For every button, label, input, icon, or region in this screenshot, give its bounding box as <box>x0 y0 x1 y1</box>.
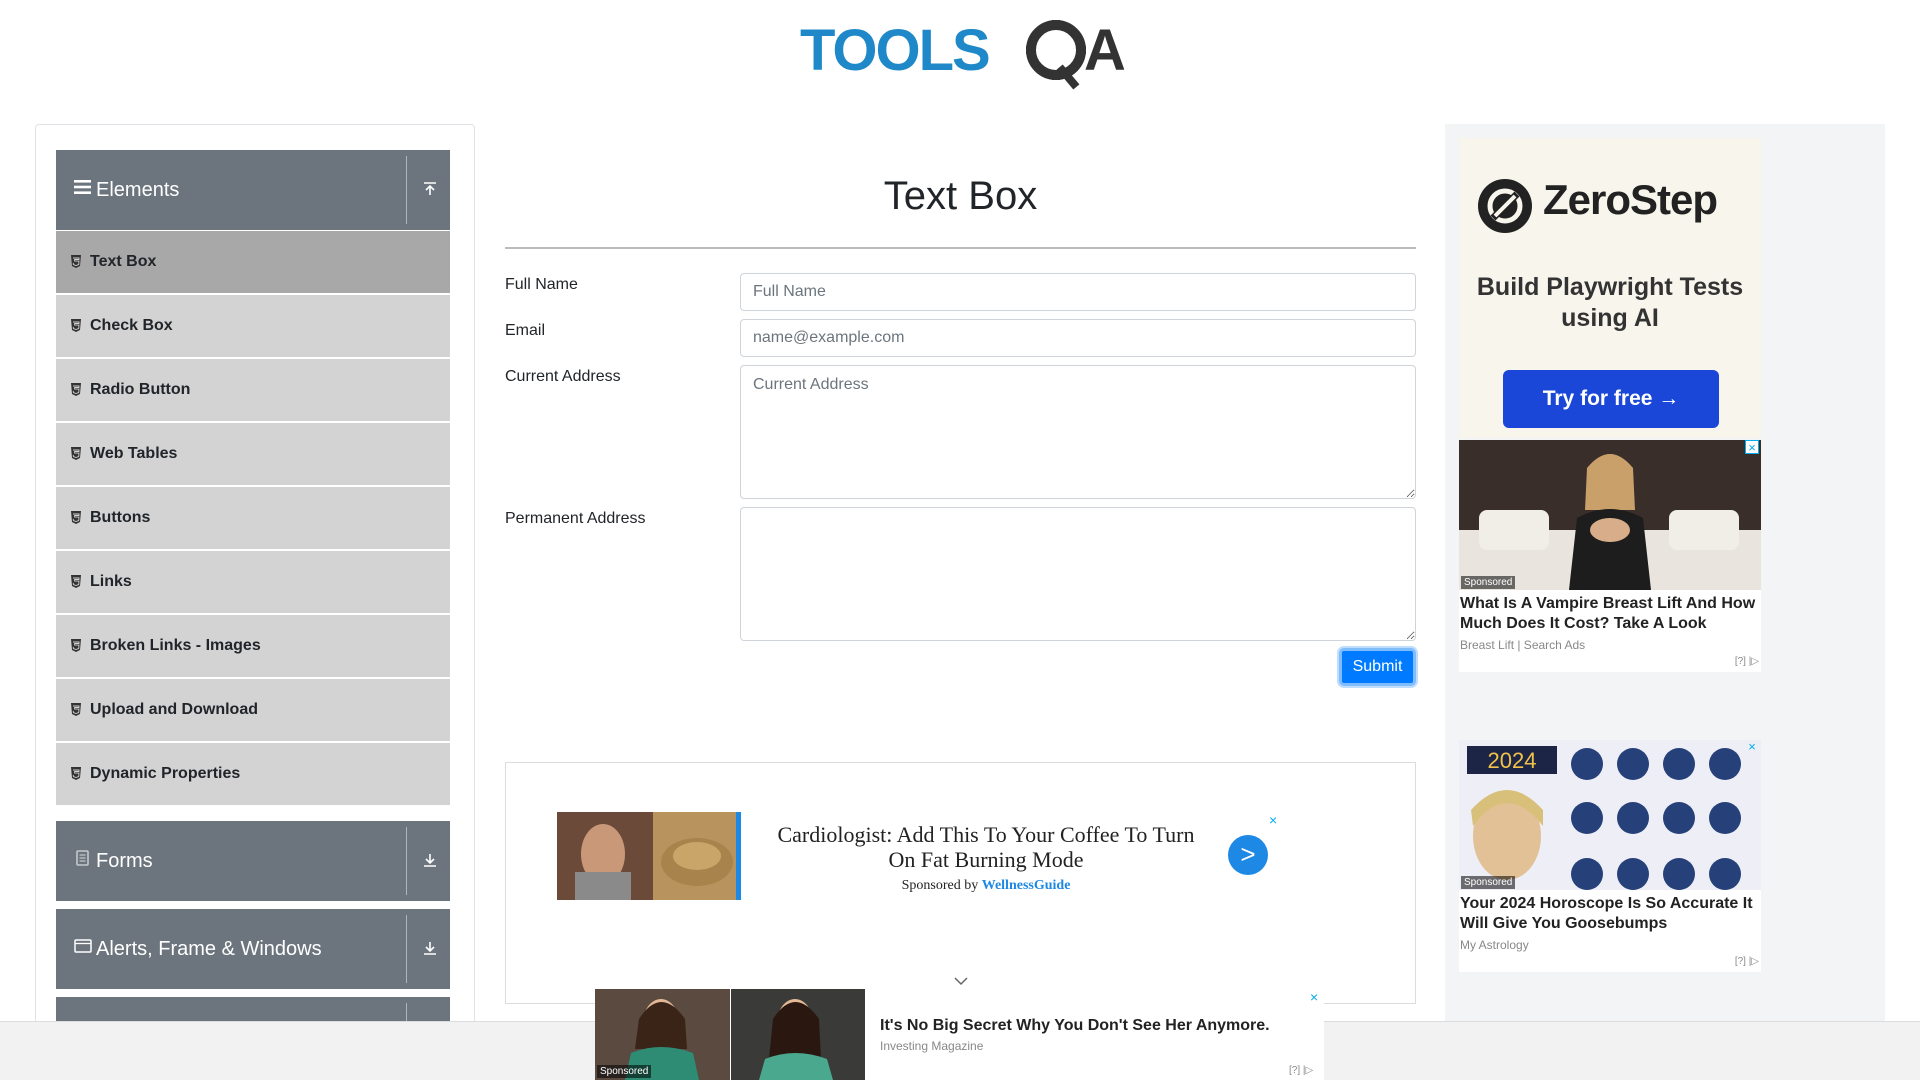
sidebar-item-label: Upload and Download <box>90 701 258 718</box>
html5-icon <box>71 383 81 396</box>
current-address-textarea[interactable] <box>740 365 1416 499</box>
close-icon[interactable]: × <box>1745 740 1759 754</box>
close-icon[interactable]: × <box>1745 440 1759 455</box>
ad-photo[interactable]: Sponsored <box>595 989 865 1080</box>
zerostep-tagline: Build Playwright Tests using AI <box>1476 273 1744 332</box>
svg-text:TOOLS: TOOLS <box>800 18 989 83</box>
ad-headline[interactable]: It's No Big Secret Why You Don't See Her… <box>880 1017 1270 1035</box>
elements-group-header[interactable]: Elements <box>56 150 450 230</box>
sidebar-item-check-box[interactable]: Check Box <box>56 295 450 357</box>
right-ad-column: ZeroStep Build Playwright Tests using AI… <box>1445 124 1885 1080</box>
ad-source: Investing Magazine <box>880 1039 984 1053</box>
ad-year-text: 2024 <box>1488 748 1537 773</box>
title-divider <box>505 247 1416 249</box>
ad-source: My Astrology <box>1460 938 1529 952</box>
sidebar-item-label: Links <box>90 573 132 590</box>
adchoices-icon[interactable]: [?] |▷ <box>1735 656 1759 667</box>
ad-sponsor-name[interactable]: WellnessGuide <box>982 878 1071 893</box>
ad-headline[interactable]: What Is A Vampire Breast Lift And How Mu… <box>1460 594 1760 634</box>
content-ad[interactable]: Cardiologist: Add This To Your Coffee To… <box>505 762 1416 1004</box>
site-header: TOOLS A <box>0 0 1920 110</box>
toolsqa-logo[interactable]: TOOLS A <box>800 14 1126 92</box>
permanent-address-label: Permanent Address <box>505 510 646 527</box>
ad-headline[interactable]: Cardiologist: Add This To Your Coffee To… <box>766 822 1206 872</box>
sidebar-item-label: Dynamic Properties <box>90 765 241 782</box>
zerostep-ad[interactable]: ZeroStep Build Playwright Tests using AI… <box>1459 138 1761 438</box>
html5-icon <box>71 255 81 268</box>
sponsored-badge: Sponsored <box>1461 576 1516 589</box>
html5-icon <box>71 511 81 524</box>
adchoices-icon[interactable]: [?] |▷ <box>1735 956 1759 967</box>
full-name-input[interactable] <box>740 273 1416 311</box>
sidebar-item-radio-button[interactable]: Radio Button <box>56 359 450 421</box>
html5-icon <box>71 575 81 588</box>
html5-icon <box>71 447 81 460</box>
bottom-sticky-ad[interactable]: Sponsored It's No Big Secret Why You Don… <box>595 989 1324 1080</box>
close-icon[interactable]: × <box>1269 812 1277 828</box>
sidebar-item-web-tables[interactable]: Web Tables <box>56 423 450 485</box>
group-divider <box>406 827 407 895</box>
expand-down-icon[interactable] <box>415 933 445 963</box>
forms-group-header[interactable]: Forms <box>56 821 450 901</box>
sidebar-item-links[interactable]: Links <box>56 551 450 613</box>
group-divider <box>406 915 407 983</box>
permanent-address-textarea[interactable] <box>740 507 1416 641</box>
hamburger-icon <box>74 149 92 229</box>
ad-photo[interactable] <box>1459 440 1761 590</box>
full-name-label: Full Name <box>505 276 578 293</box>
html5-icon <box>71 639 81 652</box>
ad-next-button[interactable]: > <box>1228 835 1268 875</box>
svg-text:A: A <box>1084 18 1124 83</box>
zerostep-name: ZeroStep <box>1543 176 1718 223</box>
ad-sponsor-line: Sponsored by WellnessGuide <box>766 878 1206 894</box>
sidebar-item-label: Check Box <box>90 317 173 334</box>
current-address-label: Current Address <box>505 368 621 385</box>
left-sidebar: Elements Text Box Check Box Radio Button… <box>35 124 475 1080</box>
expand-down-icon[interactable] <box>415 845 445 875</box>
alerts-group-header[interactable]: Alerts, Frame & Windows <box>56 909 450 989</box>
close-icon[interactable]: × <box>1310 989 1318 1005</box>
ad-photo[interactable]: 2024 <box>1459 740 1761 890</box>
sidebar-item-label: Broken Links - Images <box>90 637 261 654</box>
zerostep-logo-icon <box>1478 179 1532 233</box>
window-icon <box>74 908 92 988</box>
sidebar-item-label: Radio Button <box>90 381 191 398</box>
ad-source: Breast Lift | Search Ads <box>1460 638 1586 652</box>
sidebar-item-broken-links[interactable]: Broken Links - Images <box>56 615 450 677</box>
sponsored-by-text: Sponsored by <box>901 878 979 893</box>
forms-group-title: Forms <box>96 850 153 872</box>
form-icon <box>74 820 92 900</box>
sidebar-item-upload-download[interactable]: Upload and Download <box>56 679 450 741</box>
alerts-group-title: Alerts, Frame & Windows <box>96 938 322 960</box>
email-input[interactable] <box>740 319 1416 357</box>
sponsored-card-1[interactable]: Sponsored × What Is A Vampire Breast Lif… <box>1459 440 1761 672</box>
html5-icon <box>71 703 81 716</box>
sidebar-item-label: Text Box <box>90 253 157 270</box>
sidebar-item-label: Web Tables <box>90 445 178 462</box>
sidebar-item-dynamic-properties[interactable]: Dynamic Properties <box>56 743 450 805</box>
page-title: Text Box <box>883 174 1038 218</box>
ad-image[interactable] <box>557 812 741 900</box>
email-label: Email <box>505 322 546 339</box>
sidebar-item-label: Buttons <box>90 509 151 526</box>
sponsored-badge: Sponsored <box>597 1065 652 1078</box>
collapse-up-icon[interactable] <box>415 174 445 204</box>
adchoices-icon[interactable]: [?] |▷ <box>1289 1065 1313 1076</box>
group-divider <box>406 156 407 224</box>
submit-button[interactable]: Submit <box>1339 648 1416 686</box>
sidebar-item-text-box[interactable]: Text Box <box>56 231 450 293</box>
ad-headline[interactable]: Your 2024 Horoscope Is So Accurate It Wi… <box>1460 894 1760 934</box>
html5-icon <box>71 767 81 780</box>
try-for-free-button[interactable]: Try for free → <box>1503 370 1719 428</box>
sponsored-badge: Sponsored <box>1461 876 1516 889</box>
sidebar-item-buttons[interactable]: Buttons <box>56 487 450 549</box>
sponsored-card-2[interactable]: 2024 Sponsored × Your 2024 Horoscope Is … <box>1459 740 1761 972</box>
html5-icon <box>71 319 81 332</box>
elements-group-title: Elements <box>96 179 180 201</box>
